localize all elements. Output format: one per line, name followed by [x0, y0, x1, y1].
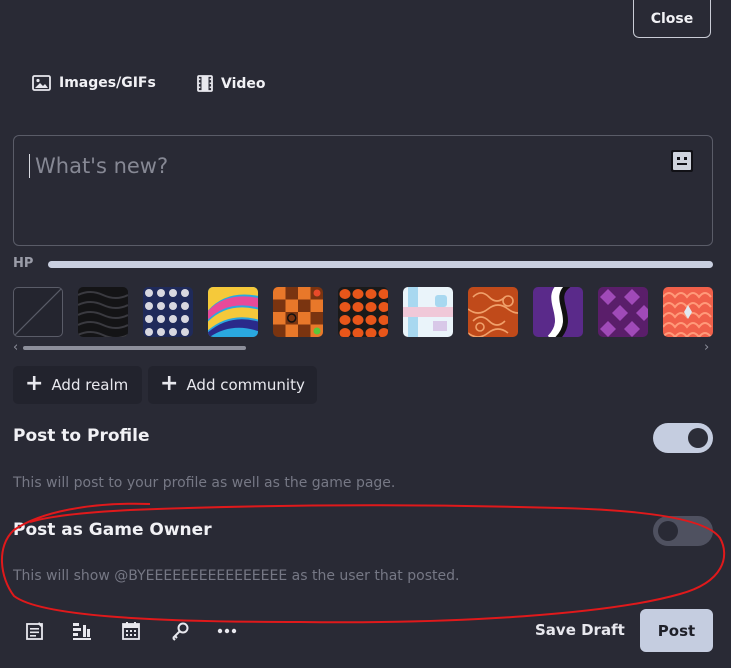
add-community-button[interactable]: + Add community	[148, 366, 317, 404]
close-button[interactable]: Close	[633, 0, 711, 38]
background-black-ripples[interactable]	[78, 287, 128, 337]
image-icon	[32, 75, 51, 91]
background-coral-scales[interactable]	[663, 287, 713, 337]
text-caret	[29, 154, 30, 178]
images-gifs-label: Images/GIFs	[59, 75, 156, 91]
post-composer[interactable]: What's new?	[13, 135, 713, 246]
toggle-knob	[658, 521, 678, 541]
video-label: Video	[221, 75, 266, 92]
film-icon	[197, 75, 213, 92]
background-purple-twist[interactable]	[533, 287, 583, 337]
toggle-knob	[688, 428, 708, 448]
post-as-owner-toggle[interactable]	[653, 516, 713, 546]
scroll-left-arrow[interactable]: ‹	[13, 340, 18, 355]
more-icon[interactable]	[217, 621, 237, 641]
post-to-profile-description: This will post to your profile as well a…	[13, 475, 396, 491]
article-icon[interactable]	[25, 621, 45, 641]
post-to-profile-toggle[interactable]	[653, 423, 713, 453]
video-tab[interactable]: Video	[197, 75, 266, 92]
scroll-right-arrow[interactable]: ›	[704, 340, 709, 355]
red-annotation-circle	[0, 502, 726, 624]
add-realm-button[interactable]: + Add realm	[13, 366, 142, 404]
images-gifs-tab[interactable]: Images/GIFs	[32, 75, 156, 91]
plus-icon: +	[160, 371, 179, 396]
chart-icon[interactable]	[72, 621, 92, 641]
background-pastel-pipes[interactable]	[403, 287, 453, 337]
background-skulls[interactable]	[143, 287, 193, 337]
background-none[interactable]	[13, 287, 63, 337]
add-community-label: Add community	[186, 376, 305, 394]
post-as-owner-title: Post as Game Owner	[13, 520, 212, 540]
key-icon[interactable]	[170, 621, 190, 641]
background-picker	[13, 287, 731, 337]
calendar-icon[interactable]	[121, 621, 141, 641]
add-realm-label: Add realm	[51, 376, 129, 394]
background-pumpkins[interactable]	[338, 287, 388, 337]
save-draft-button[interactable]: Save Draft	[535, 621, 625, 639]
plus-icon: +	[25, 371, 44, 396]
hp-label: HP	[13, 256, 34, 271]
post-as-owner-description: This will show @BYEEEEEEEEEEEEEEEE as th…	[13, 568, 460, 584]
background-checker-board[interactable]	[273, 287, 323, 337]
hp-bar	[48, 261, 713, 268]
post-to-profile-title: Post to Profile	[13, 426, 150, 446]
background-purple-gems[interactable]	[598, 287, 648, 337]
background-scrollbar[interactable]	[23, 346, 246, 350]
background-orange-swirls[interactable]	[468, 287, 518, 337]
post-button[interactable]: Post	[640, 609, 713, 652]
background-retro-waves[interactable]	[208, 287, 258, 337]
composer-placeholder: What's new?	[35, 154, 169, 178]
emoji-icon[interactable]	[671, 150, 693, 172]
